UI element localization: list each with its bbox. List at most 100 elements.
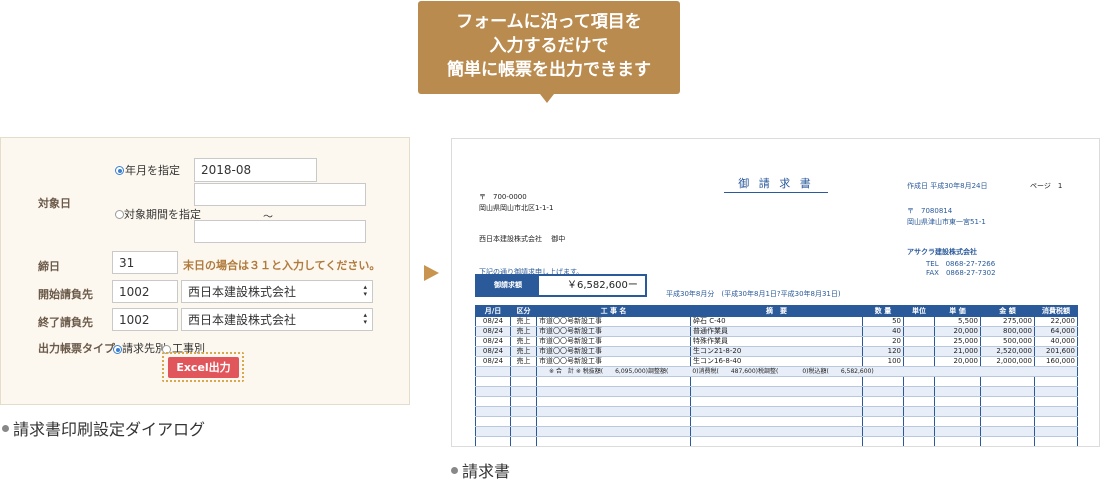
closing-day-label: 締日 (38, 260, 60, 273)
recipient-name: 西日本建設株式会社 御中 (479, 235, 566, 243)
cell-unit-price: 21,000 (934, 346, 981, 357)
table-row-empty (475, 406, 1078, 417)
excel-export-button[interactable]: Excel出力 (168, 357, 239, 378)
billing-period: 平成30年8月分 (平成30年8月1日?平成30年8月31日) (666, 290, 841, 298)
bullet-dot (451, 467, 458, 474)
cell-description: 生コン21-8-20 (690, 346, 863, 357)
target-date-label: 対象日 (38, 197, 71, 210)
invoice-caption-text: 請求書 (462, 462, 511, 481)
recipient-zip: 〒 700-0000 (479, 193, 527, 201)
cell-category: 売上 (510, 316, 537, 327)
cell-category: 売上 (510, 326, 537, 337)
cell-work-name: 市道〇〇号新設工事 (536, 356, 691, 367)
table-row-empty (475, 426, 1078, 437)
cell-work-name: 市道〇〇号新設工事 (536, 336, 691, 347)
cell-unit-price: 5,500 (934, 316, 981, 327)
invoice-amount-box: 御請求額 ￥6,582,600ー (475, 274, 647, 297)
radio-period[interactable] (115, 210, 124, 219)
callout-line-2: 入力するだけで (489, 36, 609, 56)
cell-unit-price: 20,000 (934, 356, 981, 367)
dialog-caption: 請求書印刷設定ダイアログ (2, 416, 205, 440)
table-row: 08/24 売上 市道〇〇号新設工事 普通作業員 40 20,000 800,0… (475, 326, 1078, 337)
cell-tax: 160,000 (1034, 356, 1078, 367)
table-row-empty (475, 376, 1078, 387)
cell-quantity: 100 (862, 356, 904, 367)
radio-month-label: 年月を指定 (125, 164, 180, 177)
radio-month[interactable] (115, 166, 124, 175)
invoice-preview: 御 請 求 書 作成日 平成30年8月24日 ページ 1 〒 700-0000 … (451, 138, 1100, 447)
cell-date: 08/24 (475, 316, 511, 327)
radio-invoice-type[interactable] (113, 345, 122, 354)
cell-quantity: 20 (862, 336, 904, 347)
cell-work-name: 市道〇〇号新設工事 (536, 326, 691, 337)
col-tax: 消費税額 (1034, 305, 1078, 317)
cell-unit (903, 326, 935, 337)
dialog-caption-text: 請求書印刷設定ダイアログ (13, 420, 206, 439)
closing-day-input[interactable]: 31 (112, 251, 178, 274)
issue-date: 作成日 平成30年8月24日 (907, 182, 988, 190)
cell-description: 普通作業員 (690, 326, 863, 337)
table-row: 08/24 売上 市道〇〇号新設工事 特殊作業員 20 25,000 500,0… (475, 336, 1078, 347)
cell-work-name: 市道〇〇号新設工事 (536, 346, 691, 357)
end-client-label: 終了請負先 (38, 316, 93, 329)
col-date: 月/日 (475, 305, 511, 317)
cell-quantity: 50 (862, 316, 904, 327)
callout-tail (540, 94, 554, 103)
table-row-empty (475, 386, 1078, 397)
end-client-selected: 西日本建設株式会社 (188, 313, 297, 327)
cell-description: 生コン16-8-40 (690, 356, 863, 367)
cell-tax: 64,000 (1034, 326, 1078, 337)
sender-company: アサクラ建設株式会社 (907, 248, 977, 256)
sender-zip: 〒 7080814 (907, 207, 953, 215)
cell-work-name: 市道〇〇号新設工事 (536, 316, 691, 327)
cell-unit (903, 356, 935, 367)
bullet-dot (2, 425, 9, 432)
cell-tax: 22,000 (1034, 316, 1078, 327)
col-work-name: 工 事 名 (536, 305, 691, 317)
end-client-select[interactable]: 西日本建設株式会社 (181, 308, 373, 331)
cell-quantity: 120 (862, 346, 904, 357)
cell-category: 売上 (510, 356, 537, 367)
sender-fax: FAX 0868-27-7302 (926, 269, 996, 277)
period-from-input[interactable] (194, 183, 366, 206)
table-row: 08/24 売上 市道〇〇号新設工事 砕石 C-40 50 5,500 275,… (475, 316, 1078, 327)
right-arrow-icon (424, 265, 439, 281)
cell-category: 売上 (510, 336, 537, 347)
cell-amount: 800,000 (980, 326, 1035, 337)
cell-amount: 2,520,000 (980, 346, 1035, 357)
cell-quantity: 40 (862, 326, 904, 337)
cell-unit-price: 20,000 (934, 326, 981, 337)
col-category: 区分 (510, 305, 537, 317)
table-row: 08/24 売上 市道〇〇号新設工事 生コン16-8-40 100 20,000… (475, 356, 1078, 367)
end-client-code-input[interactable]: 1002 (112, 308, 178, 331)
start-client-selected: 西日本建設株式会社 (188, 285, 297, 299)
invoice-table: 月/日 区分 工 事 名 摘 要 数 量 単位 単 価 金 額 消費税額 08/… (475, 305, 1078, 448)
cell-date: 08/24 (475, 336, 511, 347)
invoice-title: 御 請 求 書 (724, 175, 828, 193)
col-unit: 単位 (903, 305, 935, 317)
radio-period-label: 対象期間を指定 (124, 208, 201, 221)
closing-day-note: 末日の場合は３１と入力してください。 (183, 259, 381, 272)
col-unit-price: 単 価 (934, 305, 981, 317)
table-row-empty (475, 416, 1078, 427)
col-amount: 金 額 (980, 305, 1035, 317)
cell-tax: 40,000 (1034, 336, 1078, 347)
cell-description: 特殊作業員 (690, 336, 863, 347)
col-description: 摘 要 (690, 305, 863, 317)
table-row: 08/24 売上 市道〇〇号新設工事 生コン21-8-20 120 21,000… (475, 346, 1078, 357)
month-input[interactable]: 2018-08 (194, 158, 317, 182)
invoice-amount-value: ￥6,582,600ー (567, 280, 638, 291)
table-header-row: 月/日 区分 工 事 名 摘 要 数 量 単位 単 価 金 額 消費税額 (475, 305, 1078, 317)
cell-amount: 2,000,000 (980, 356, 1035, 367)
start-client-select[interactable]: 西日本建設株式会社 (181, 280, 373, 303)
invoice-caption: 請求書 (451, 458, 510, 482)
sender-address: 岡山県津山市東一宮51-1 (907, 218, 986, 226)
cell-unit (903, 336, 935, 347)
cell-description: 砕石 C-40 (690, 316, 863, 327)
table-row-empty (476, 447, 1078, 448)
summary-text: ※ 合 計 ※ 税抜額( 6,095,000)調整額( 0)消費税( 487,6… (536, 366, 1078, 377)
start-client-code-input[interactable]: 1002 (112, 280, 178, 303)
recipient-address: 岡山県岡山市北区1-1-1 (479, 204, 554, 212)
invoice-amount-label: 御請求額 (477, 276, 539, 295)
period-to-input[interactable] (194, 220, 366, 243)
